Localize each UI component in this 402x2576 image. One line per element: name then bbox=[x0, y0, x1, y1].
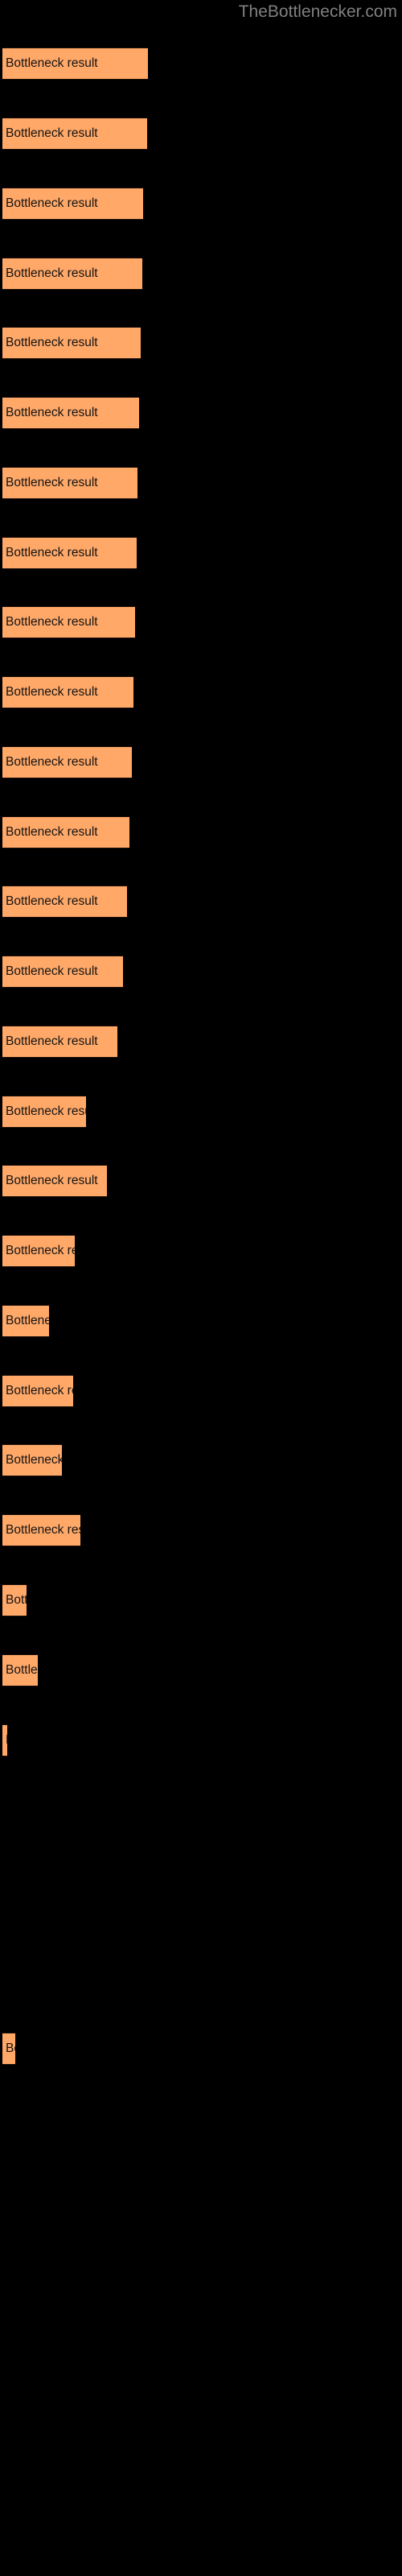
bottleneck-result-bar[interactable]: Bottleneck result bbox=[2, 956, 123, 988]
bar-row: Bottleneck result bbox=[0, 606, 402, 638]
bar-label: Bottleneck result bbox=[6, 1104, 86, 1118]
bar-label: Bottleneck result bbox=[6, 126, 98, 140]
bar-row: Bottleneck result bbox=[0, 397, 402, 429]
bottleneck-result-bar[interactable]: Bottleneck result bbox=[2, 467, 137, 499]
bottleneck-result-bar[interactable]: Bottleneck result bbox=[2, 188, 143, 220]
bar-label: Bottleneck result bbox=[6, 476, 98, 489]
bottleneck-result-bar[interactable]: Bottleneck result bbox=[2, 1375, 73, 1407]
bar-label: Bottleneck result bbox=[6, 1244, 75, 1257]
bar-label: Bottleneck result bbox=[6, 1384, 73, 1397]
bar-label: Bottleneck result bbox=[6, 1523, 80, 1537]
bar-label: Bottleneck result bbox=[6, 56, 98, 70]
bar-row: Bottleneck result bbox=[0, 2033, 402, 2065]
chart-plot-area: Bottleneck result Bottleneck result Bottle… bbox=[0, 0, 402, 2576]
bottleneck-result-bar[interactable]: Bottleneck result bbox=[2, 886, 127, 918]
bar-row: Bottleneck result bbox=[0, 327, 402, 359]
bottleneck-result-bar[interactable]: Bottleneck result bbox=[2, 1724, 7, 1757]
bar-row: Bottleneck result bbox=[0, 1444, 402, 1476]
bar-label: Bottleneck result bbox=[6, 1453, 62, 1467]
bottleneck-chart-root: TheBottlenecker.com Bottleneck result Bot… bbox=[0, 0, 402, 2576]
bar-label: Bottleneck result bbox=[6, 1034, 98, 1048]
bar-label: Bottleneck result bbox=[6, 1663, 38, 1677]
bar-label: Bottleneck result bbox=[6, 894, 98, 908]
bar-row: Bottleneck result bbox=[0, 258, 402, 290]
bottleneck-result-bar[interactable]: Bottleneck result bbox=[2, 1026, 117, 1058]
bottleneck-result-bar[interactable]: Bottleneck result bbox=[2, 1305, 49, 1337]
bar-row: Bottleneck result bbox=[0, 1165, 402, 1197]
bottleneck-result-bar[interactable]: Bottleneck result bbox=[2, 676, 133, 708]
bottleneck-result-bar[interactable]: Bottleneck result bbox=[2, 537, 137, 569]
bar-row: Bottleneck result bbox=[0, 1026, 402, 1058]
bar-row: Bottleneck result bbox=[0, 746, 402, 778]
bar-label: Bottleneck result bbox=[6, 406, 98, 419]
bar-label: Bottleneck result bbox=[6, 825, 98, 839]
bar-row: Bottleneck result bbox=[0, 118, 402, 150]
bottleneck-result-bar[interactable]: Bottleneck result bbox=[2, 1654, 38, 1686]
bottleneck-result-bar[interactable]: Bottleneck result bbox=[2, 816, 129, 848]
bar-row: Bottleneck result bbox=[0, 956, 402, 988]
bottleneck-result-bar[interactable]: Bottleneck result bbox=[2, 606, 135, 638]
bottleneck-result-bar[interactable]: Bottleneck result bbox=[2, 258, 142, 290]
bar-label: Bottleneck result bbox=[6, 1733, 7, 1748]
bar-label: Bottleneck result bbox=[6, 546, 98, 559]
bottleneck-result-bar[interactable]: Bottleneck result bbox=[2, 1584, 27, 1616]
bar-row: Bottleneck result bbox=[0, 1654, 402, 1686]
bottleneck-result-bar[interactable]: Bottleneck result bbox=[2, 118, 147, 150]
bottleneck-result-bar[interactable]: Bottleneck result bbox=[2, 327, 141, 359]
bottleneck-result-bar[interactable]: Bottleneck result bbox=[2, 47, 148, 80]
bar-label: Bottleneck result bbox=[6, 755, 98, 769]
bottleneck-result-bar[interactable]: Bottleneck result bbox=[2, 1235, 75, 1267]
bar-row: Bottleneck result bbox=[0, 1514, 402, 1546]
bar-row: Bottleneck result bbox=[0, 1724, 402, 1757]
bar-row: Bottleneck result bbox=[0, 676, 402, 708]
bottleneck-result-bar[interactable]: Bottleneck result bbox=[2, 397, 139, 429]
bottleneck-result-bar[interactable]: Bottleneck result bbox=[2, 2033, 15, 2065]
bar-label: Bottleneck result bbox=[6, 336, 98, 349]
bar-row: Bottleneck result bbox=[0, 1096, 402, 1128]
bottleneck-result-bar[interactable]: Bottleneck result bbox=[2, 1514, 80, 1546]
bottleneck-result-bar[interactable]: Bottleneck result bbox=[2, 1444, 62, 1476]
bar-label: Bottleneck result bbox=[6, 1593, 27, 1607]
bar-label: Bottleneck result bbox=[6, 2041, 15, 2055]
bar-label: Bottleneck result bbox=[6, 964, 98, 978]
bar-label: Bottleneck result bbox=[6, 615, 98, 629]
bar-label: Bottleneck result bbox=[6, 196, 98, 210]
bar-row: Bottleneck result bbox=[0, 1584, 402, 1616]
bar-row: Bottleneck result bbox=[0, 537, 402, 569]
bottleneck-result-bar[interactable]: Bottleneck result bbox=[2, 746, 132, 778]
bar-row: Bottleneck result bbox=[0, 188, 402, 220]
bottleneck-result-bar[interactable]: Bottleneck result bbox=[2, 1096, 86, 1128]
bar-row: Bottleneck result bbox=[0, 1235, 402, 1267]
bottleneck-result-bar[interactable]: Bottleneck result bbox=[2, 1165, 107, 1197]
bar-row: Bottleneck result bbox=[0, 1375, 402, 1407]
bar-label: Bottleneck result bbox=[6, 685, 98, 699]
bar-row: Bottleneck result bbox=[0, 816, 402, 848]
bar-label: Bottleneck result bbox=[6, 1314, 49, 1327]
bar-row: Bottleneck result bbox=[0, 886, 402, 918]
bar-row: Bottleneck result bbox=[0, 467, 402, 499]
bar-label: Bottleneck result bbox=[6, 1174, 98, 1187]
bar-row: Bottleneck result bbox=[0, 47, 402, 80]
bar-row: Bottleneck result bbox=[0, 1305, 402, 1337]
bar-label: Bottleneck result bbox=[6, 266, 98, 280]
